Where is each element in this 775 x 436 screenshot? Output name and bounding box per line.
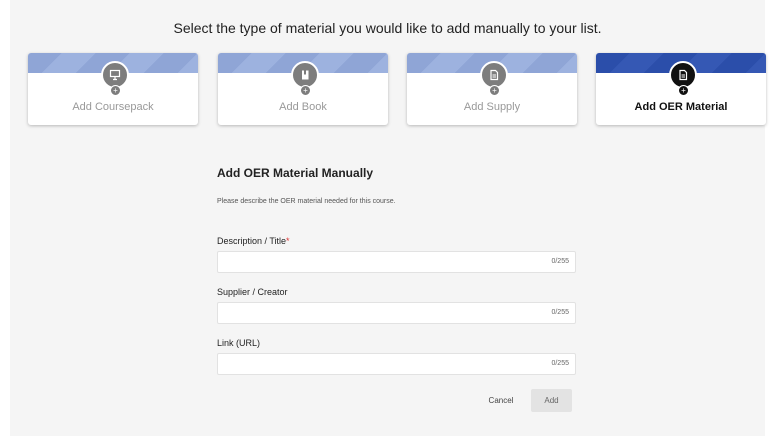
plus-icon: + <box>678 85 689 96</box>
supplier-creator-label: Supplier / Creator <box>217 287 288 297</box>
description-title-label: Description / Title* <box>217 236 290 246</box>
add-oer-material-card[interactable]: + Add OER Material <box>596 53 766 125</box>
card-label: Add Supply <box>463 101 521 113</box>
character-counter: 0/255 <box>551 258 569 265</box>
plus-icon: + <box>300 85 311 96</box>
plus-icon: + <box>489 85 500 96</box>
add-book-card[interactable]: + Add Book <box>218 53 388 125</box>
add-coursepack-card[interactable]: + Add Coursepack <box>28 53 198 125</box>
description-title-input[interactable]: 0/255 <box>217 251 576 273</box>
character-counter: 0/255 <box>551 360 569 367</box>
plus-icon: + <box>110 85 121 96</box>
page-heading: Select the type of material you would li… <box>173 20 602 36</box>
form-title: Add OER Material Manually <box>217 166 374 180</box>
card-label: Add Coursepack <box>72 101 154 113</box>
supplier-creator-input[interactable]: 0/255 <box>217 302 576 324</box>
card-label: Add Book <box>279 101 327 113</box>
cancel-button[interactable]: Cancel <box>480 391 522 411</box>
link-url-input[interactable]: 0/255 <box>217 353 576 375</box>
add-supply-card[interactable]: + Add Supply <box>407 53 577 125</box>
card-label: Add OER Material <box>634 101 728 113</box>
field-label-text: Description / Title <box>217 236 287 246</box>
add-button[interactable]: Add <box>531 389 572 412</box>
form-description: Please describe the OER material needed … <box>217 198 396 205</box>
character-counter: 0/255 <box>551 309 569 316</box>
required-marker: * <box>286 236 290 246</box>
link-url-label: Link (URL) <box>217 338 261 348</box>
